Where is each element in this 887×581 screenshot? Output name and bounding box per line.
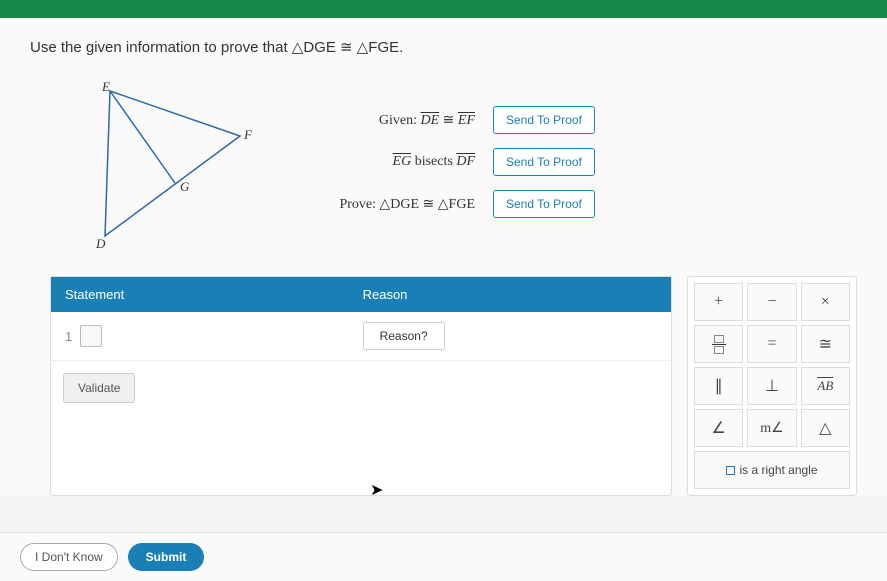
palette-measure-angle[interactable]: m∠ — [747, 409, 796, 447]
statement-cell-1: 1 — [51, 312, 349, 360]
proof-row-1: 1 Reason? — [51, 312, 671, 361]
vertex-e-label: E — [102, 79, 110, 95]
palette-congruent[interactable]: ≅ — [801, 325, 850, 363]
row-number-1: 1 — [65, 329, 72, 344]
palette-equals[interactable]: = — [747, 325, 796, 363]
given-row-2: EG bisects DF Send To Proof — [290, 148, 595, 176]
vertex-d-label: D — [96, 236, 105, 252]
bottom-bar: I Don't Know Submit — [0, 532, 887, 581]
given-1-text: Given: DE ≅ EF — [290, 112, 475, 129]
triangle-diagram: E F G D — [80, 81, 260, 251]
header-statement: Statement — [51, 277, 349, 312]
given-2-text: EG bisects DF — [290, 154, 475, 170]
statement-input-1[interactable] — [80, 325, 102, 347]
palette-minus[interactable]: − — [747, 283, 796, 321]
palette-perpendicular[interactable]: ⊥ — [747, 367, 796, 405]
vertex-g-label: G — [180, 179, 189, 195]
send-to-proof-button-2[interactable]: Send To Proof — [493, 148, 595, 176]
given-row-1: Given: DE ≅ EF Send To Proof — [290, 106, 595, 134]
givens-list: Given: DE ≅ EF Send To Proof EG bisects … — [290, 81, 595, 218]
main-content: Use the given information to prove that … — [0, 18, 887, 496]
vertex-f-label: F — [244, 127, 252, 143]
send-to-proof-button-3[interactable]: Send To Proof — [493, 190, 595, 218]
instruction-text: Use the given information to prove that … — [30, 38, 857, 56]
reason-button-1[interactable]: Reason? — [363, 322, 445, 350]
palette-parallel[interactable]: ∥ — [694, 367, 743, 405]
palette-right-angle[interactable]: is a right angle — [694, 451, 850, 489]
reason-cell-1: Reason? — [349, 312, 671, 360]
palette-fraction[interactable] — [694, 325, 743, 363]
palette-triangle[interactable]: △ — [801, 409, 850, 447]
palette-plus[interactable]: + — [694, 283, 743, 321]
problem-area: E F G D Given: DE ≅ EF Send To Proof EG … — [30, 81, 857, 251]
header-reason: Reason — [349, 277, 671, 312]
proof-section: Statement Reason 1 Reason? Validate + − — [30, 276, 857, 496]
given-row-3: Prove: △DGE ≅ △FGE Send To Proof — [290, 190, 595, 218]
prove-text: Prove: △DGE ≅ △FGE — [290, 196, 475, 213]
symbol-palette: + − × = ≅ ∥ ⊥ AB ∠ m∠ △ is a right angle — [687, 276, 857, 496]
palette-segment[interactable]: AB — [801, 367, 850, 405]
validate-button[interactable]: Validate — [63, 373, 135, 403]
proof-table-header: Statement Reason — [51, 277, 671, 312]
palette-angle[interactable]: ∠ — [694, 409, 743, 447]
send-to-proof-button-1[interactable]: Send To Proof — [493, 106, 595, 134]
validate-row: Validate — [51, 361, 671, 495]
palette-times[interactable]: × — [801, 283, 850, 321]
i-dont-know-button[interactable]: I Don't Know — [20, 543, 118, 571]
submit-button[interactable]: Submit — [128, 543, 205, 571]
proof-table: Statement Reason 1 Reason? Validate — [50, 276, 672, 496]
top-accent-bar — [0, 0, 887, 18]
